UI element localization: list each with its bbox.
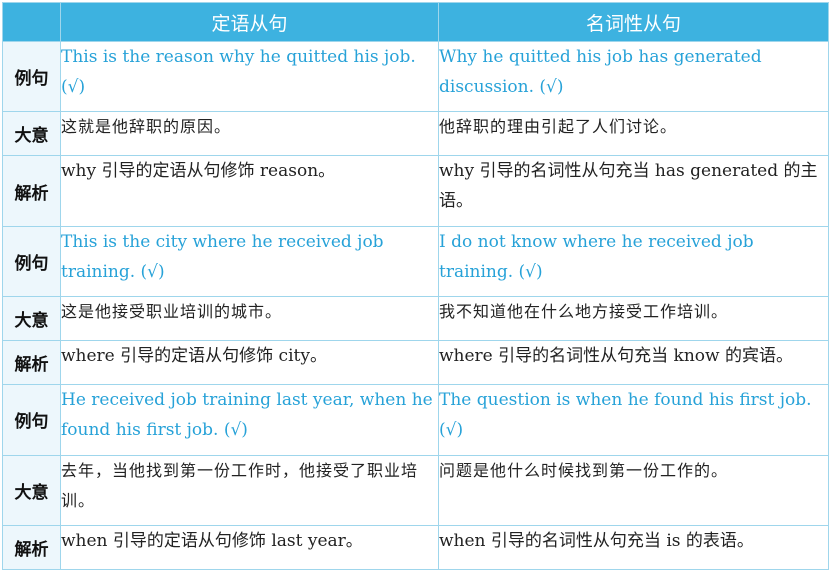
analysis-right: where 引导的名词性从句充当 know 的宾语。 xyxy=(438,340,829,386)
row-label: 例句 xyxy=(2,225,61,297)
row-label: 大意 xyxy=(2,454,61,526)
row-label: 例句 xyxy=(2,40,61,113)
table-row: 大意 这就是他辞职的原因。 他辞职的理由引起了人们讨论。 xyxy=(2,111,829,157)
example-left: This is the city where he received job t… xyxy=(60,225,439,297)
row-label: 解析 xyxy=(2,340,61,386)
meaning-right: 他辞职的理由引起了人们讨论。 xyxy=(438,111,829,157)
table-row: 例句 He received job training last year, w… xyxy=(2,384,829,456)
table-row: 解析 when 引导的定语从句修饰 last year。 when 引导的名词性… xyxy=(2,524,829,571)
meaning-left: 这是他接受职业培训的城市。 xyxy=(60,295,439,342)
example-right: The question is when he found his first … xyxy=(438,384,829,456)
example-left: This is the reason why he quitted his jo… xyxy=(60,40,439,113)
row-label: 解析 xyxy=(2,155,61,227)
meaning-left: 去年，当他找到第一份工作时，他接受了职业培训。 xyxy=(60,454,439,526)
analysis-left: where 引导的定语从句修饰 city。 xyxy=(60,340,439,386)
analysis-left: when 引导的定语从句修饰 last year。 xyxy=(60,524,439,571)
header-nominal-clause: 名词性从句 xyxy=(438,2,829,42)
analysis-left: why 引导的定语从句修饰 reason。 xyxy=(60,155,439,227)
meaning-left: 这就是他辞职的原因。 xyxy=(60,111,439,157)
meaning-right: 问题是他什么时候找到第一份工作的。 xyxy=(438,454,829,526)
analysis-right: when 引导的名词性从句充当 is 的表语。 xyxy=(438,524,829,571)
meaning-right: 我不知道他在什么地方接受工作培训。 xyxy=(438,295,829,342)
example-right: Why he quitted his job has generated dis… xyxy=(438,40,829,113)
table-row: 例句 This is the city where he received jo… xyxy=(2,225,829,297)
table-row: 大意 这是他接受职业培训的城市。 我不知道他在什么地方接受工作培训。 xyxy=(2,295,829,342)
example-left: He received job training last year, when… xyxy=(60,384,439,456)
table-row: 例句 This is the reason why he quitted his… xyxy=(2,40,829,113)
analysis-right: why 引导的名词性从句充当 has generated 的主语。 xyxy=(438,155,829,227)
header-attributive-clause: 定语从句 xyxy=(60,2,439,42)
comparison-table: 定语从句 名词性从句 例句 This is the reason why he … xyxy=(2,2,829,571)
row-label: 大意 xyxy=(2,295,61,342)
table-row: 大意 去年，当他找到第一份工作时，他接受了职业培训。 问题是他什么时候找到第一份… xyxy=(2,454,829,526)
row-label: 例句 xyxy=(2,384,61,456)
table-row: 解析 where 引导的定语从句修饰 city。 where 引导的名词性从句充… xyxy=(2,340,829,386)
header-corner xyxy=(2,2,61,42)
row-label: 解析 xyxy=(2,524,61,571)
row-label: 大意 xyxy=(2,111,61,157)
example-right: I do not know where he received job trai… xyxy=(438,225,829,297)
table-row: 解析 why 引导的定语从句修饰 reason。 why 引导的名词性从句充当 … xyxy=(2,155,829,227)
table-header-row: 定语从句 名词性从句 xyxy=(2,2,829,42)
